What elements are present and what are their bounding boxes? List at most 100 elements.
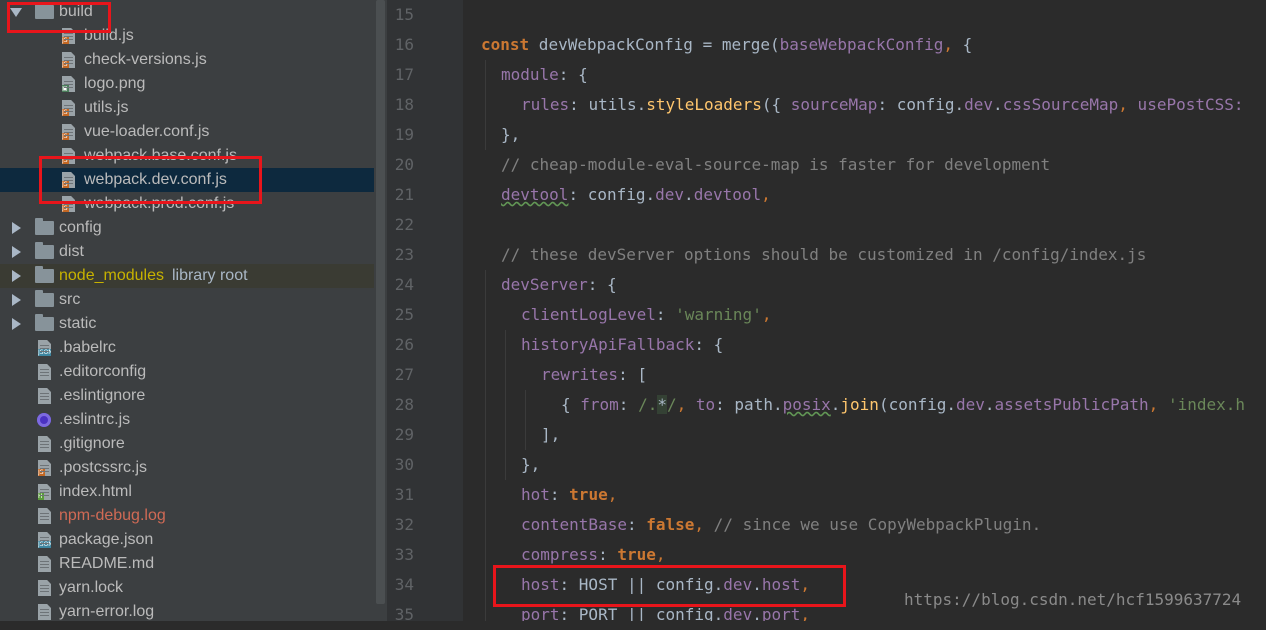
code-token: , bbox=[761, 185, 771, 204]
comment-token: // cheap-module-eval-source-map is faste… bbox=[501, 155, 1051, 174]
code-token: , bbox=[943, 35, 954, 54]
image-file-icon: ▣ bbox=[62, 76, 75, 92]
code-token: . bbox=[752, 605, 762, 621]
tree-item-src-folder[interactable]: src bbox=[0, 288, 374, 312]
eslint-icon bbox=[37, 413, 51, 427]
line-number: 31 bbox=[394, 485, 414, 504]
collapse-arrow-icon[interactable] bbox=[12, 270, 21, 282]
tree-item-eslintignore[interactable]: .eslintignore bbox=[0, 384, 374, 408]
code-token: rewrites bbox=[541, 365, 619, 384]
code-token: : bbox=[655, 305, 676, 324]
code-token: rules bbox=[521, 95, 570, 114]
code-token: sourceMap bbox=[790, 95, 878, 114]
tree-item-package-json[interactable]: JSON package.json bbox=[0, 528, 374, 552]
line-number: 34 bbox=[394, 575, 414, 594]
code-token: port bbox=[521, 605, 560, 621]
text-file-icon bbox=[38, 436, 51, 452]
tree-item-gitignore[interactable]: .gitignore bbox=[0, 432, 374, 456]
collapse-arrow-icon[interactable] bbox=[12, 246, 21, 258]
tree-item-npm-debug-log[interactable]: npm-debug.log bbox=[0, 504, 374, 528]
tree-item-vue-loader-conf-js[interactable]: JS vue-loader.conf.js bbox=[0, 120, 374, 144]
tree-item-label: .editorconfig bbox=[59, 363, 147, 380]
code-line-29: ], bbox=[541, 420, 560, 450]
code-token: compress bbox=[521, 545, 599, 564]
collapse-arrow-icon[interactable] bbox=[12, 222, 21, 234]
tree-item-label: src bbox=[59, 291, 81, 308]
tree-item-check-versions-js[interactable]: JS check-versions.js bbox=[0, 48, 374, 72]
folder-icon bbox=[35, 290, 54, 307]
code-token: , bbox=[800, 605, 811, 621]
collapse-arrow-icon[interactable] bbox=[12, 294, 21, 306]
line-number: 29 bbox=[394, 425, 414, 444]
code-token: }, bbox=[501, 125, 521, 144]
code-token: port bbox=[761, 605, 801, 621]
code-token: hot bbox=[521, 485, 550, 504]
json-file-icon: JSON bbox=[38, 340, 51, 356]
tree-item-config-folder[interactable]: config bbox=[0, 216, 374, 240]
tree-item-yarn-lock[interactable]: yarn.lock bbox=[0, 576, 374, 600]
line-number: 18 bbox=[394, 95, 414, 114]
tree-item-label: npm-debug.log bbox=[59, 507, 166, 524]
tree-item-eslintrc-js[interactable]: .eslintrc.js bbox=[0, 408, 374, 432]
line-number: 30 bbox=[394, 455, 414, 474]
indent-guide bbox=[485, 270, 486, 621]
code-token: dev bbox=[956, 395, 985, 414]
html-file-icon: H bbox=[38, 484, 51, 500]
highlight-box-build bbox=[7, 2, 111, 33]
code-token: contentBase bbox=[521, 515, 627, 534]
code-token: to bbox=[695, 395, 716, 414]
code-token: : bbox=[549, 485, 570, 504]
tree-item-label: index.html bbox=[59, 483, 132, 500]
code-token: . bbox=[684, 185, 694, 204]
code-token: dev bbox=[964, 95, 994, 114]
tree-item-readme-md[interactable]: README.md bbox=[0, 552, 374, 576]
string-token: 'index.h bbox=[1167, 395, 1246, 414]
code-token: historyApiFallback bbox=[521, 335, 695, 354]
code-token: { bbox=[561, 395, 581, 414]
tree-item-label: utils.js bbox=[84, 99, 129, 116]
tree-scrollbar-thumb[interactable] bbox=[376, 0, 385, 604]
node-modules-label: node_modules bbox=[59, 267, 164, 284]
tree-item-label: package.json bbox=[59, 531, 154, 548]
tree-item-label: check-versions.js bbox=[84, 51, 207, 68]
tree-item-postcssrc-js[interactable]: JS .postcssrc.js bbox=[0, 456, 374, 480]
code-token: posix bbox=[782, 395, 831, 414]
code-line-30: }, bbox=[521, 450, 540, 480]
tree-item-label: .gitignore bbox=[59, 435, 125, 452]
code-token: : bbox=[626, 515, 647, 534]
code-line-32: contentBase: false, // since we use Copy… bbox=[521, 510, 1041, 540]
line-number: 22 bbox=[394, 215, 414, 234]
tree-item-utils-js[interactable]: JS utils.js bbox=[0, 96, 374, 120]
tree-item-yarn-error-log[interactable]: yarn-error.log bbox=[0, 600, 374, 621]
code-token: baseWebpackConfig bbox=[779, 35, 944, 54]
code-line-24: devServer: { bbox=[501, 270, 617, 300]
code-editor[interactable]: const devWebpackConfig = merge(baseWebpa… bbox=[463, 0, 1266, 621]
tree-item-index-html[interactable]: H index.html bbox=[0, 480, 374, 504]
code-line-21: devtool: config.dev.devtool, bbox=[501, 180, 771, 210]
tree-item-dist-folder[interactable]: dist bbox=[0, 240, 374, 264]
code-token: cssSourceMap bbox=[1002, 95, 1119, 114]
code-token: : { bbox=[587, 275, 617, 294]
code-token: dev bbox=[723, 605, 753, 621]
text-file-icon bbox=[38, 364, 51, 380]
folder-icon bbox=[35, 218, 54, 235]
code-token: : { bbox=[558, 65, 588, 84]
code-token: devServer bbox=[501, 275, 588, 294]
tree-item-node-modules-folder[interactable]: node_modules library root bbox=[0, 264, 374, 288]
tree-item-static-folder[interactable]: static bbox=[0, 312, 374, 336]
code-token: join bbox=[840, 395, 879, 414]
tree-item-label: README.md bbox=[59, 555, 155, 572]
code-token: , bbox=[655, 545, 666, 564]
line-number: 28 bbox=[394, 395, 414, 414]
watermark-text: https://blog.csdn.net/hcf1599637724 bbox=[904, 590, 1242, 609]
tree-item-babelrc[interactable]: JSON .babelrc bbox=[0, 336, 374, 360]
collapse-arrow-icon[interactable] bbox=[12, 318, 21, 330]
tree-item-editorconfig[interactable]: .editorconfig bbox=[0, 360, 374, 384]
line-number: 27 bbox=[394, 365, 414, 384]
highlight-box-webpack-dev-conf bbox=[39, 156, 262, 204]
code-line-18: rules: utils.styleLoaders({ sourceMap: c… bbox=[521, 90, 1244, 120]
code-token: . bbox=[830, 395, 841, 414]
tree-item-label: vue-loader.conf.js bbox=[84, 123, 210, 140]
tree-item-logo-png[interactable]: ▣ logo.png bbox=[0, 72, 374, 96]
line-number: 33 bbox=[394, 545, 414, 564]
